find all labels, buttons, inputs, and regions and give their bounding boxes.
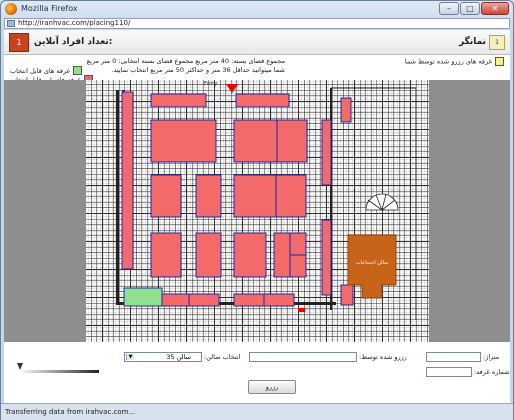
booth[interactable] [150, 232, 182, 278]
floor-plan-svg: Entry سالن اجتماعات [116, 81, 417, 320]
reservation-form: متراژ: شماره غرفه: رزرو شده توسط: انتخاب… [4, 342, 510, 403]
page-content: 1 تعداد افراد آنلاین: نمانگر 1 مجموع فضا… [4, 30, 510, 403]
reserved-by-field[interactable] [249, 352, 357, 362]
legend-label-available: غرفه های قابل انتخاب [10, 66, 70, 75]
booth[interactable] [233, 293, 265, 307]
booth[interactable] [233, 174, 277, 218]
booth[interactable] [195, 232, 222, 278]
zoom-slider[interactable] [19, 370, 99, 373]
maximize-button[interactable]: □ [460, 2, 480, 15]
close-button[interactable]: ✕ [481, 2, 509, 15]
space-limit-text: شما میتوانید حداقل 36 متر و حداکثر 50 مت… [111, 66, 285, 74]
booth-group[interactable] [121, 91, 354, 307]
booth[interactable] [121, 91, 134, 270]
area-label: متراژ: [483, 353, 500, 361]
legend-item-available: غرفه های قابل انتخاب [10, 66, 82, 75]
area-field[interactable] [426, 352, 481, 362]
booth[interactable] [340, 97, 352, 123]
assembly-hall[interactable]: سالن اجتماعات [347, 234, 397, 299]
status-bar: Transferring data from irahvac.com... [1, 403, 513, 420]
address-bar[interactable]: http://iranhvac.com/placing110/ [4, 18, 510, 29]
online-count-badge: 1 [9, 33, 29, 52]
page-header: 1 تعداد افراد آنلاین: نمانگر 1 [4, 30, 510, 55]
booth[interactable] [160, 293, 190, 307]
firefox-icon [5, 3, 17, 15]
legend-label-reserved: غرفه های رزرو شده توسط شما [404, 57, 492, 66]
exhibition-label: نمانگر [458, 37, 486, 47]
floor-plan-area: Entry سالن اجتماعات [4, 80, 510, 342]
hall-select-label: انتخاب سالن: [204, 353, 241, 361]
booth[interactable] [233, 119, 278, 163]
booth[interactable] [188, 293, 220, 307]
legend-item-reserved: غرفه های رزرو شده توسط شما [405, 57, 504, 66]
legend-swatch-available [72, 66, 82, 75]
booth-number-label: شماره غرفه: [474, 368, 510, 376]
zoom-slider-handle[interactable] [17, 363, 23, 370]
title-bar: Mozilla Firefox – □ ✕ [1, 1, 513, 19]
booth[interactable] [263, 293, 295, 307]
reserve-button[interactable]: رزرو [248, 380, 296, 394]
space-summary-text: مجموع فضای بسته: 40 متر مربع مجموع فضای … [86, 57, 285, 65]
booth[interactable] [235, 93, 290, 108]
staircase-icon [365, 193, 399, 211]
booth[interactable] [276, 119, 308, 163]
reserved-by-label: رزرو شده توسط: [359, 353, 407, 361]
booth[interactable] [340, 284, 354, 306]
window-title: Mozilla Firefox [21, 4, 78, 13]
booth-number-field[interactable] [426, 367, 472, 377]
booth[interactable] [275, 174, 307, 218]
status-text: Transferring data from irahvac.com... [5, 408, 136, 416]
hall-select-value: سالن 35 [166, 353, 191, 361]
exhibition-icon[interactable]: 1 [489, 35, 505, 50]
assembly-hall-label: سالن اجتماعات [356, 260, 388, 266]
booth-available[interactable] [123, 287, 163, 307]
booth[interactable] [289, 254, 307, 278]
address-url: http://iranhvac.com/placing110/ [18, 19, 131, 27]
booth[interactable] [150, 93, 207, 108]
entry-label: Entry [204, 81, 217, 87]
page-icon [7, 20, 15, 27]
booth[interactable] [321, 219, 332, 296]
minimize-button[interactable]: – [439, 2, 459, 15]
booth[interactable] [233, 232, 267, 278]
booth[interactable] [321, 119, 332, 186]
entry-marker-icon [226, 84, 238, 93]
chevron-down-icon[interactable]: ▼ [126, 354, 134, 360]
hall-select[interactable]: سالن 35 ▼ [124, 352, 202, 362]
booth[interactable] [195, 174, 222, 218]
booth[interactable] [150, 174, 182, 218]
booth[interactable] [289, 232, 307, 256]
browser-window: Mozilla Firefox – □ ✕ http://iranhvac.co… [0, 0, 514, 420]
floor-plan: Entry سالن اجتماعات [86, 80, 429, 342]
legend-swatch-reserved [495, 57, 504, 66]
booth[interactable] [150, 119, 217, 163]
online-users-label: تعداد افراد آنلاین: [34, 37, 113, 47]
booth[interactable] [273, 232, 291, 278]
